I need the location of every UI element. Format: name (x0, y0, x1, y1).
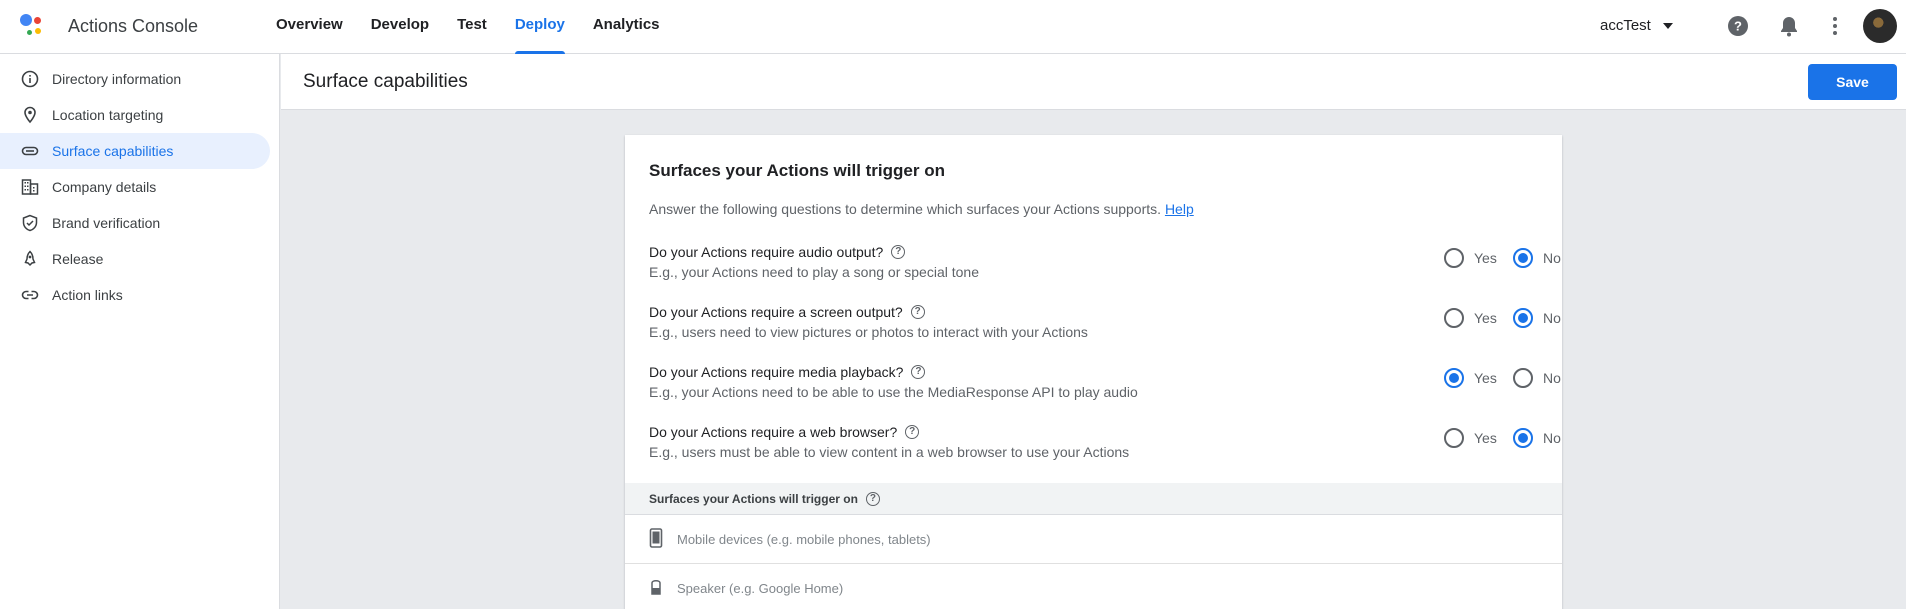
top-app-bar: Actions Console Overview Develop Test De… (0, 0, 1906, 54)
help-link[interactable]: Help (1165, 201, 1194, 217)
sidebar-item-brand-verification[interactable]: Brand verification (0, 205, 270, 241)
help-circle-icon[interactable]: ? (865, 491, 880, 506)
question-screen-output: Do your Actions require a screen output?… (649, 302, 1561, 346)
radio-circle (1444, 428, 1464, 448)
google-assistant-logo (20, 13, 48, 41)
sidebar-item-company-details[interactable]: Company details (0, 169, 270, 205)
surface-icon (20, 141, 40, 161)
question-web-browser: Do your Actions require a web browser?? … (649, 422, 1561, 466)
radio-media-no[interactable]: No (1513, 368, 1561, 388)
radio-circle (1444, 368, 1464, 388)
card-description-text: Answer the following questions to determ… (649, 201, 1162, 217)
surface-row-speaker: Speaker (e.g. Google Home) (625, 564, 1562, 609)
radio-circle (1444, 308, 1464, 328)
radio-circle (1513, 308, 1533, 328)
sidebar-item-label: Location targeting (52, 107, 164, 123)
question-subtitle: E.g., users must be able to view content… (649, 444, 1130, 460)
sidebar-item-surface-capabilities[interactable]: Surface capabilities (0, 133, 270, 169)
sidebar-item-location-targeting[interactable]: Location targeting (0, 97, 270, 133)
card-description: Answer the following questions to determ… (649, 201, 1194, 217)
building-icon (20, 177, 40, 197)
radio-circle (1444, 248, 1464, 268)
surface-label: Speaker (e.g. Google Home) (677, 580, 844, 596)
question-title: Do your Actions require media playback? (649, 364, 904, 380)
project-selector[interactable]: accTest (1600, 14, 1673, 38)
more-vert-icon[interactable] (1822, 13, 1848, 39)
save-button[interactable]: Save (1808, 64, 1897, 100)
question-media-playback: Do your Actions require media playback??… (649, 362, 1561, 406)
page-header: Surface capabilities Save (281, 54, 1906, 110)
sidebar-item-action-links[interactable]: Action links (0, 277, 270, 313)
tab-overview[interactable]: Overview (262, 0, 357, 54)
surfaces-list-header: Surfaces your Actions will trigger on ? (625, 483, 1562, 515)
surfaces-card: Surfaces your Actions will trigger on An… (625, 135, 1562, 609)
question-subtitle: E.g., users need to view pictures or pho… (649, 324, 1088, 340)
sidebar-item-label: Release (52, 251, 104, 267)
avatar[interactable] (1863, 9, 1897, 43)
help-circle-icon[interactable]: ? (891, 245, 906, 259)
radio-screen-no[interactable]: No (1513, 308, 1561, 328)
question-subtitle: E.g., your Actions need to play a song o… (649, 264, 979, 280)
link-icon (20, 285, 40, 305)
project-name: accTest (1600, 17, 1651, 34)
radio-label: No (1543, 250, 1561, 266)
surface-label: Mobile devices (e.g. mobile phones, tabl… (677, 531, 931, 547)
radio-media-yes[interactable]: Yes (1444, 368, 1497, 388)
radio-label: No (1543, 430, 1561, 446)
sidebar-item-label: Company details (52, 179, 157, 195)
notifications-icon[interactable] (1776, 13, 1802, 39)
sidebar-item-label: Brand verification (52, 215, 161, 231)
svg-text:?: ? (1734, 19, 1742, 34)
radio-browser-yes[interactable]: Yes (1444, 428, 1497, 448)
location-pin-icon (20, 105, 40, 125)
sidebar-item-directory-information[interactable]: Directory information (0, 61, 270, 97)
radio-label: Yes (1474, 370, 1497, 386)
radio-label: Yes (1474, 250, 1497, 266)
help-circle-icon[interactable]: ? (910, 305, 925, 319)
info-icon (20, 69, 40, 89)
radio-label: Yes (1474, 430, 1497, 446)
tab-test[interactable]: Test (443, 0, 501, 54)
sidebar-item-label: Surface capabilities (52, 143, 174, 159)
radio-audio-yes[interactable]: Yes (1444, 248, 1497, 268)
radio-screen-yes[interactable]: Yes (1444, 308, 1497, 328)
speaker-icon (649, 577, 663, 600)
question-subtitle: E.g., your Actions need to be able to us… (649, 384, 1138, 400)
radio-label: No (1543, 370, 1561, 386)
surface-row-mobile: Mobile devices (e.g. mobile phones, tabl… (625, 515, 1562, 564)
sidebar-item-release[interactable]: Release (0, 241, 270, 277)
question-title: Do your Actions require audio output? (649, 244, 884, 260)
question-title: Do your Actions require a web browser? (649, 424, 898, 440)
page-title: Surface capabilities (303, 71, 468, 92)
radio-circle (1513, 428, 1533, 448)
app-title: Actions Console (68, 16, 199, 36)
radio-circle (1513, 368, 1533, 388)
rocket-icon (20, 249, 40, 269)
surfaces-header-text: Surfaces your Actions will trigger on (649, 491, 858, 506)
radio-label: Yes (1474, 310, 1497, 326)
tab-analytics[interactable]: Analytics (579, 0, 674, 54)
tab-deploy[interactable]: Deploy (501, 0, 579, 54)
help-icon[interactable]: ? (1725, 13, 1751, 39)
sidebar-item-label: Directory information (52, 71, 182, 87)
phone-icon (649, 527, 663, 551)
sidebar-item-label: Action links (52, 287, 123, 303)
tab-develop[interactable]: Develop (357, 0, 443, 54)
radio-audio-no[interactable]: No (1513, 248, 1561, 268)
question-audio-output: Do your Actions require audio output?? E… (649, 242, 1561, 286)
sidebar: Directory information Location targeting… (0, 54, 280, 609)
caret-down-icon (1662, 23, 1673, 29)
radio-browser-no[interactable]: No (1513, 428, 1561, 448)
card-title: Surfaces your Actions will trigger on (649, 161, 945, 180)
radio-circle (1513, 248, 1533, 268)
help-circle-icon[interactable]: ? (905, 425, 920, 439)
main-nav: Overview Develop Test Deploy Analytics (262, 0, 674, 54)
question-title: Do your Actions require a screen output? (649, 304, 903, 320)
shield-check-icon (20, 213, 40, 233)
radio-label: No (1543, 310, 1561, 326)
help-circle-icon[interactable]: ? (911, 365, 926, 379)
